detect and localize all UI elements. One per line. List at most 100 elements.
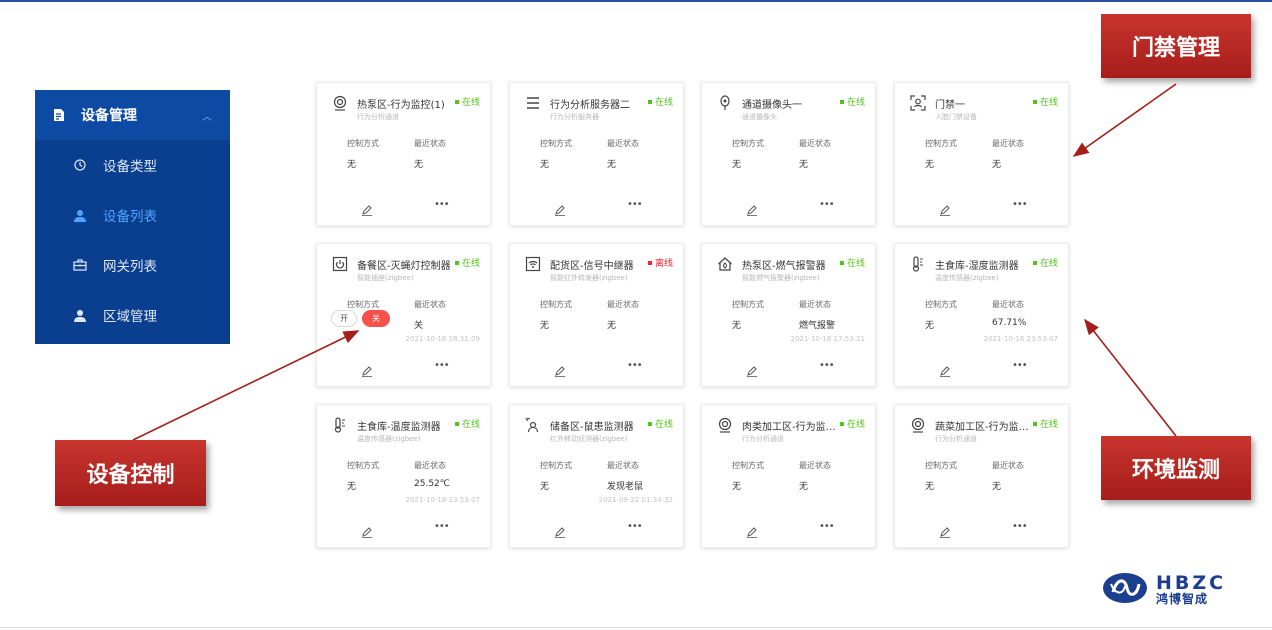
document-edit-icon <box>51 107 67 123</box>
chevron-up-icon[interactable]: ︿ <box>202 108 212 123</box>
status-dot <box>839 421 844 426</box>
edit-icon[interactable] <box>361 362 373 377</box>
latest-status-label: 最近状态 <box>992 139 1024 148</box>
device-title: 通道摄像头一 <box>742 100 802 111</box>
latest-status-label: 最近状态 <box>992 461 1024 470</box>
status-text: 在线 <box>1039 259 1058 269</box>
status-text: 在线 <box>654 420 673 430</box>
more-options-button[interactable]: ••• <box>627 200 643 210</box>
status-text: 离线 <box>654 259 673 269</box>
device-card[interactable]: 储备区-鼠患监测器 红外移动侦测器(zigbee) 在线 控制方式 最近状态无 发现老鼠 2… <box>509 404 684 548</box>
more-options-button[interactable]: ••• <box>434 522 450 532</box>
status-text: 在线 <box>846 259 865 269</box>
more-options-button[interactable]: ••• <box>434 200 450 210</box>
callout-access-control: 门禁管理 <box>1101 14 1251 78</box>
device-card[interactable]: 肉类加工区-行为监控(... 行为分析通道 在线 控制方式 最近状态无 无 ••• <box>701 404 876 548</box>
control-method-label: 控制方式 <box>732 139 764 148</box>
status-badge: 在线 <box>839 95 865 108</box>
latest-status-value: 无 <box>992 160 1002 170</box>
sidebar-group-device-management[interactable]: 设备管理 ︿ <box>35 90 230 140</box>
device-subtitle: 行为分析服务器 <box>550 113 599 121</box>
status-dot <box>839 260 844 265</box>
device-card[interactable]: 行为分析服务器二 行为分析服务器 在线 控制方式 最近状态无 无 ••• <box>509 82 684 226</box>
latest-status-value: 燃气报警 <box>799 321 836 331</box>
edit-icon[interactable] <box>554 523 566 538</box>
more-options-button[interactable]: ••• <box>819 361 835 371</box>
latest-status-value: 无 <box>414 160 424 170</box>
device-title: 热泵区-燃气报警器 <box>742 261 826 272</box>
thermometer-icon <box>332 417 348 433</box>
company-logo: HBZC 鸿博智成 <box>1101 570 1241 606</box>
sidebar-item-device-list[interactable]: 设备列表 <box>35 190 230 240</box>
edit-icon[interactable] <box>746 362 758 377</box>
arrow-access-control <box>1072 83 1177 157</box>
latest-status-value: 无 <box>607 321 617 331</box>
device-card[interactable]: 配货区-信号中继器 智能红外转发器(zigbee) 离线 控制方式 最近状态无 无 ••• <box>509 243 684 387</box>
more-options-button[interactable]: ••• <box>819 200 835 210</box>
latest-status-value: 无 <box>799 482 809 492</box>
latest-status-label: 最近状态 <box>799 139 831 148</box>
control-method-value: 无 <box>540 321 550 331</box>
sidebar-item-area-management[interactable]: 区域管理 <box>35 290 230 340</box>
status-dot <box>1032 421 1037 426</box>
edit-icon[interactable] <box>939 523 951 538</box>
control-method-value: 无 <box>925 160 935 170</box>
device-card[interactable]: 主食库-湿度监测器 温度传感器(zigbee) 在线 控制方式 最近状态无 67.71% 2… <box>894 243 1069 387</box>
status-text: 在线 <box>846 98 865 108</box>
edit-icon[interactable] <box>361 201 373 216</box>
top-rule <box>0 0 1272 2</box>
sidebar-item-gateway-list[interactable]: 网关列表 <box>35 240 230 290</box>
edit-icon[interactable] <box>746 523 758 538</box>
sidebar-item-device-type[interactable]: 设备类型 <box>35 140 230 190</box>
more-options-button[interactable]: ••• <box>627 522 643 532</box>
edit-icon[interactable] <box>554 201 566 216</box>
status-badge: 在线 <box>1032 95 1058 108</box>
device-card[interactable]: 备餐区-灭蝇灯控制器 智能插座(zigbee) 在线 控制方式 最近状态开关关 2021-… <box>316 243 491 387</box>
control-method-label: 控制方式 <box>540 461 572 470</box>
device-subtitle: 智能燃气报警器(zigbee) <box>742 274 820 282</box>
device-card[interactable]: 门禁一 人脸门禁设备 在线 控制方式 最近状态无 无 ••• <box>894 82 1069 226</box>
device-title: 配货区-信号中继器 <box>550 261 634 272</box>
status-text: 在线 <box>461 420 480 430</box>
edit-icon[interactable] <box>939 362 951 377</box>
status-dot <box>454 421 459 426</box>
bullet-camera-icon <box>717 95 733 111</box>
wifi-icon <box>525 256 541 272</box>
control-method-value: 无 <box>732 160 742 170</box>
latest-status-label: 最近状态 <box>799 461 831 470</box>
device-card[interactable]: 主食库-温度监测器 温度传感器(zigbee) 在线 控制方式 最近状态无 25.52℃ 2… <box>316 404 491 548</box>
sidebar-item-label: 设备列表 <box>103 209 157 225</box>
control-method-value: 无 <box>925 482 935 492</box>
edit-icon[interactable] <box>939 201 951 216</box>
more-options-button[interactable]: ••• <box>819 522 835 532</box>
control-method-label: 控制方式 <box>540 139 572 148</box>
edit-icon[interactable] <box>361 523 373 538</box>
latest-status-label: 最近状态 <box>414 300 446 309</box>
more-options-button[interactable]: ••• <box>434 361 450 371</box>
more-options-button[interactable]: ••• <box>1012 522 1028 532</box>
more-options-button[interactable]: ••• <box>1012 200 1028 210</box>
control-method-value: 无 <box>732 482 742 492</box>
device-title: 主食库-湿度监测器 <box>935 261 1019 272</box>
device-card[interactable]: 热泵区-行为监控(1) 行为分析通道 在线 控制方式 最近状态无 无 ••• <box>316 82 491 226</box>
edit-icon[interactable] <box>554 362 566 377</box>
latest-status-label: 最近状态 <box>607 461 639 470</box>
device-card[interactable]: 通道摄像头一 通道摄像头 在线 控制方式 最近状态无 无 ••• <box>701 82 876 226</box>
user-icon <box>73 308 87 322</box>
device-subtitle: 行为分析通道 <box>357 113 399 121</box>
logo-name-cn: 鸿博智成 <box>1156 592 1209 606</box>
clock-icon <box>73 158 87 172</box>
arrow-env-monitoring <box>1084 318 1177 437</box>
status-dot <box>454 260 459 265</box>
more-options-button[interactable]: ••• <box>1012 361 1028 371</box>
status-badge: 离线 <box>647 256 673 269</box>
edit-icon[interactable] <box>746 201 758 216</box>
latest-status-value: 关 <box>414 321 424 331</box>
more-options-button[interactable]: ••• <box>627 361 643 371</box>
status-text: 在线 <box>1039 420 1058 430</box>
callout-env-monitoring: 环境监测 <box>1101 436 1251 500</box>
toggle-off-button[interactable]: 关 <box>362 310 390 327</box>
toggle-on-button[interactable]: 开 <box>331 310 357 327</box>
device-card[interactable]: 蔬菜加工区-行为监控(... 行为分析通道 在线 控制方式 最近状态无 无 ••• <box>894 404 1069 548</box>
device-card[interactable]: 热泵区-燃气报警器 智能燃气报警器(zigbee) 在线 控制方式 最近状态无 燃气报警 2… <box>701 243 876 387</box>
